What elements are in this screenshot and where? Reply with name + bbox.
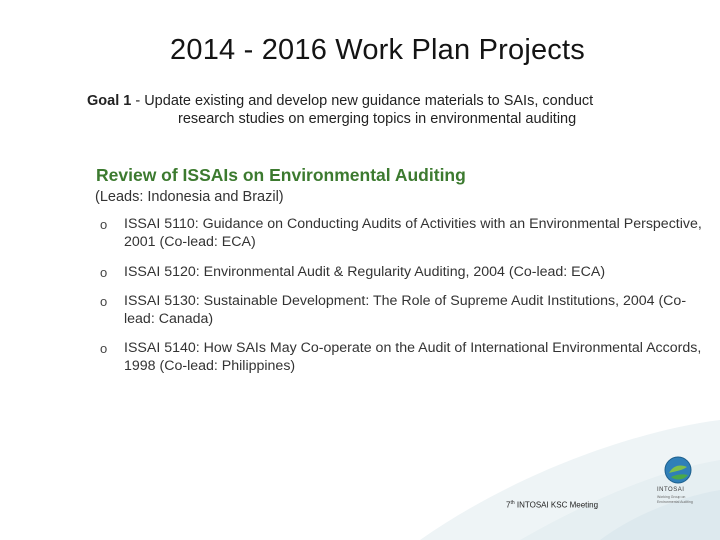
logo-subtitle: Working Group on Environmental Auditing	[657, 495, 693, 504]
bullet-icon: o	[100, 217, 108, 232]
list-item-text: ISSAI 5130: Sustainable Development: The…	[124, 293, 687, 327]
globe-icon	[664, 456, 692, 484]
list-item-text: ISSAI 5120: Environmental Audit & Regula…	[124, 264, 606, 280]
goal-text-line2: research studies on emerging topics in e…	[178, 111, 577, 127]
list-item: o ISSAI 5130: Sustainable Development: T…	[100, 292, 704, 328]
bullet-icon: o	[100, 294, 108, 309]
footer-text: INTOSAI KSC Meeting	[514, 500, 599, 510]
list-item: o ISSAI 5110: Guidance on Conducting Aud…	[100, 215, 704, 251]
section-heading: Review of ISSAIs on Environmental Auditi…	[96, 165, 466, 185]
goal-label: Goal 1	[87, 93, 132, 109]
list-item-text: ISSAI 5110: Guidance on Conducting Audit…	[124, 216, 702, 250]
list-item-text: ISSAI 5140: How SAIs May Co-operate on t…	[124, 340, 702, 374]
bullet-icon: o	[100, 341, 108, 356]
list-item: o ISSAI 5120: Environmental Audit & Regu…	[100, 263, 720, 281]
slide: 2014 - 2016 Work Plan Projects Goal 1 - …	[0, 0, 720, 540]
goal-text-line1: - Update existing and develop new guidan…	[131, 93, 594, 109]
goal-statement: Goal 1 - Update existing and develop new…	[87, 92, 687, 128]
bullet-icon: o	[100, 265, 108, 280]
intosai-logo: INTOSAI Working Group on Environmental A…	[657, 455, 697, 521]
footer-meeting: 7th INTOSAI KSC Meeting	[506, 500, 598, 510]
logo-name: INTOSAI	[657, 487, 685, 493]
list-item: o ISSAI 5140: How SAIs May Co-operate on…	[100, 339, 704, 375]
slide-title: 2014 - 2016 Work Plan Projects	[170, 34, 585, 66]
section-leads: (Leads: Indonesia and Brazil)	[95, 189, 284, 205]
